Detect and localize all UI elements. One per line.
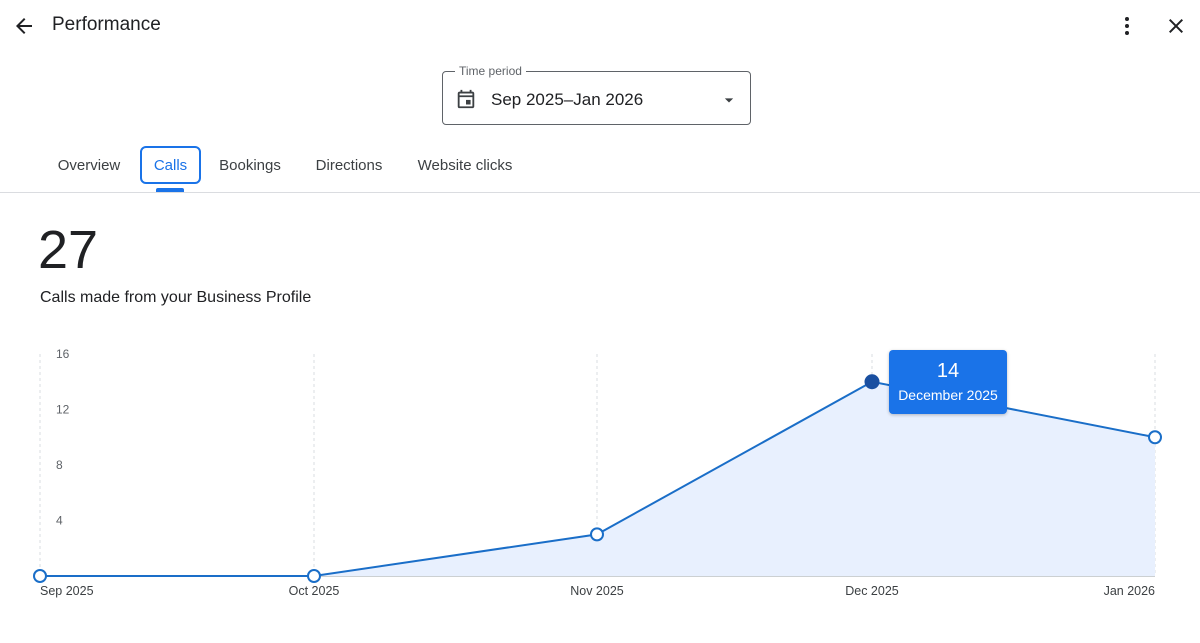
arrow-back-icon [16, 18, 32, 34]
time-period-select[interactable]: Time period Sep 2025–Jan 2026 [442, 64, 751, 125]
tab-directions[interactable]: Directions [304, 146, 394, 184]
tab-calls[interactable]: Calls [140, 146, 201, 184]
y-tick-label: 8 [56, 458, 63, 472]
tab-bookings[interactable]: Bookings [210, 146, 290, 184]
calls-total: 27 [38, 220, 99, 280]
calendar-icon [457, 89, 475, 109]
tab-website-clicks[interactable]: Website clicks [406, 146, 524, 184]
time-period-value: Sep 2025–Jan 2026 [491, 90, 644, 109]
calls-chart: 4 8 12 16 Sep 2025 Oct 2025 Nov 2025 Dec 2025 Ja… [33, 347, 1162, 598]
data-point [590, 527, 604, 542]
data-point-selected [864, 374, 880, 390]
x-tick-label: Jan 2026 [1104, 584, 1155, 598]
close-button[interactable] [1158, 8, 1194, 44]
y-tick-label: 12 [56, 403, 70, 417]
x-tick-label: Sep 2025 [40, 584, 94, 598]
y-tick-label: 4 [56, 514, 63, 528]
back-button[interactable] [6, 8, 42, 44]
y-tick-label: 16 [56, 347, 70, 361]
more-vert-icon [1125, 17, 1129, 35]
tab-overview[interactable]: Overview [48, 146, 130, 184]
tooltip-value: 14 [936, 360, 960, 382]
close-icon [1169, 19, 1183, 33]
data-point [307, 569, 321, 583]
chart-tooltip: 14 December 2025 [889, 350, 1007, 414]
top-app-bar: Performance [0, 0, 1200, 52]
tooltip-label: December 2025 [898, 387, 998, 403]
page-title: Performance [52, 14, 161, 35]
active-tab-indicator [156, 188, 184, 192]
metric-description: Calls made from your Business Profile [40, 289, 312, 306]
data-point [33, 569, 47, 583]
time-period-label: Time period [455, 64, 526, 78]
data-point [1148, 430, 1162, 445]
more-options-button[interactable] [1110, 8, 1144, 44]
x-tick-label: Dec 2025 [845, 584, 899, 598]
tab-bar: Overview Calls Bookings Directions Websi… [0, 146, 1200, 193]
x-tick-label: Oct 2025 [289, 584, 340, 598]
x-tick-label: Nov 2025 [570, 584, 624, 598]
dropdown-arrow-icon [724, 98, 734, 103]
